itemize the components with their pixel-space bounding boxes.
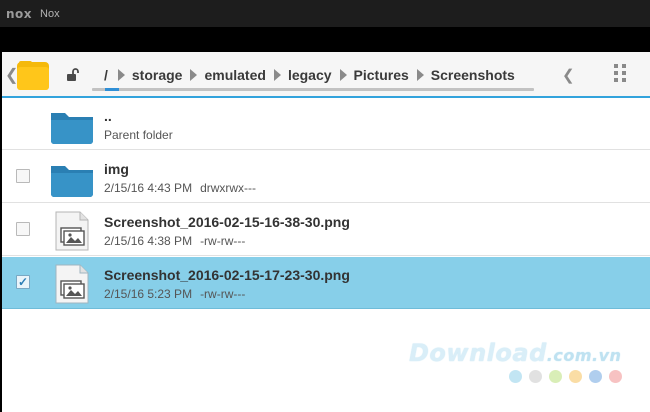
watermark-suffix: .com.vn: [546, 346, 622, 365]
unlock-icon[interactable]: [66, 68, 80, 82]
list-item-screenshot-1[interactable]: Screenshot_2016-02-15-16-38-30.png 2/15/…: [2, 204, 650, 256]
overflow-menu-icon[interactable]: [614, 64, 626, 82]
file-subtitle: Parent folder: [104, 128, 173, 142]
watermark-main: Download: [409, 339, 547, 367]
list-item-img-folder[interactable]: img 2/15/16 4:43 PM drwxrwx---: [2, 151, 650, 203]
breadcrumb-pictures[interactable]: Pictures: [352, 67, 411, 83]
breadcrumb-root[interactable]: /: [102, 67, 110, 83]
folder-icon: [51, 166, 93, 197]
row-checkbox[interactable]: [16, 222, 30, 236]
file-permissions: -rw-rw---: [200, 234, 246, 248]
breadcrumb-separator-icon: [117, 69, 125, 81]
file-date: 2/15/16 5:23 PM: [104, 287, 193, 301]
file-date: 2/15/16 4:38 PM: [104, 234, 193, 248]
path-scrollbar[interactable]: [92, 88, 534, 91]
file-details: Parent folder: [104, 128, 173, 142]
folder-icon: [51, 113, 93, 144]
breadcrumb-separator-icon: [273, 69, 281, 81]
breadcrumb-separator-icon: [190, 69, 198, 81]
watermark-dot: [549, 370, 562, 383]
storage-folder-icon[interactable]: [16, 59, 50, 91]
file-name: Screenshot_2016-02-15-16-38-30.png: [104, 214, 350, 230]
emulator-title-bar: nox Nox: [0, 0, 650, 27]
file-name: ..: [104, 108, 112, 124]
file-date: 2/15/16 4:43 PM: [104, 181, 193, 195]
scroll-left-arrow-icon[interactable]: ❮: [562, 66, 575, 84]
window-title: Nox: [40, 7, 60, 20]
file-name: Screenshot_2016-02-15-17-23-30.png: [104, 267, 350, 283]
file-manager-screen: ❮ / storage emulated legacy Pictures Scr…: [2, 52, 650, 412]
watermark-dot: [509, 370, 522, 383]
breadcrumb-screenshots[interactable]: Screenshots: [429, 67, 517, 83]
path-bar: ❮ / storage emulated legacy Pictures Scr…: [2, 52, 650, 98]
download-watermark: Download.com.vn: [409, 339, 621, 367]
breadcrumb-separator-icon: [416, 69, 424, 81]
emulator-status-area: [0, 27, 650, 52]
nox-logo: nox: [6, 6, 33, 21]
file-name: img: [104, 161, 129, 177]
breadcrumb-storage[interactable]: storage: [130, 67, 185, 83]
file-details: 2/15/16 4:43 PM drwxrwx---: [104, 181, 256, 195]
watermark-dot: [529, 370, 542, 383]
breadcrumb: / storage emulated legacy Pictures Scree…: [102, 67, 517, 83]
file-permissions: drwxrwx---: [200, 181, 257, 195]
watermark-dot: [589, 370, 602, 383]
file-permissions: -rw-rw---: [200, 287, 246, 301]
list-item-screenshot-2[interactable]: ✓ Screenshot_2016-02-15-17-23-30.png 2/1…: [2, 257, 650, 309]
breadcrumb-separator-icon: [339, 69, 347, 81]
image-file-icon: [55, 211, 89, 251]
path-scroll-thumb[interactable]: [105, 88, 120, 91]
watermark-dot: [609, 370, 622, 383]
image-file-icon: [55, 264, 89, 304]
watermark-dots: [509, 370, 622, 383]
list-item-parent-folder[interactable]: .. Parent folder: [2, 98, 650, 150]
file-details: 2/15/16 4:38 PM -rw-rw---: [104, 234, 245, 248]
breadcrumb-emulated[interactable]: emulated: [202, 67, 267, 83]
file-details: 2/15/16 5:23 PM -rw-rw---: [104, 287, 245, 301]
breadcrumb-legacy[interactable]: legacy: [286, 67, 334, 83]
row-checkbox-checked[interactable]: ✓: [16, 275, 30, 289]
row-checkbox[interactable]: [16, 169, 30, 183]
watermark-dot: [569, 370, 582, 383]
